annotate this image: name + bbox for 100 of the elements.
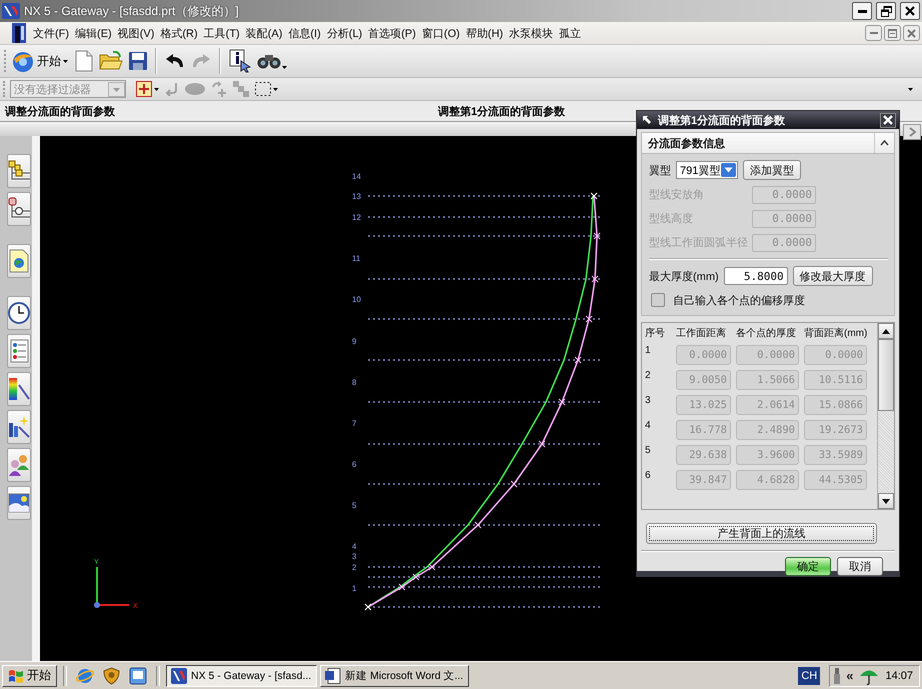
point-marker [474, 522, 482, 528]
point-number-label: 3 [352, 552, 356, 561]
resource-button[interactable] [7, 154, 31, 188]
field-label: 最大厚度(mm) [649, 270, 719, 284]
point-marker [364, 604, 372, 610]
clock-text: 14:07 [885, 670, 913, 682]
checkbox-label: 自己输入各个点的偏移厚度 [673, 294, 805, 308]
thickness-input[interactable]: 5.8000 [724, 267, 788, 285]
resource-button[interactable] [7, 410, 31, 444]
people-icon [8, 453, 30, 477]
menu-item[interactable]: 信息(I) [285, 24, 324, 42]
language-indicator[interactable]: CH [798, 666, 820, 684]
scroll-thumb[interactable] [878, 339, 894, 411]
caret-icon [282, 66, 287, 69]
panel-toggle-button[interactable] [903, 124, 921, 140]
page-icon [75, 50, 93, 72]
point-number-label: 6 [352, 460, 356, 469]
row-number: 4 [645, 420, 652, 431]
close-button[interactable] [900, 2, 920, 20]
row-number: 2 [645, 370, 652, 381]
scroll-down-button[interactable] [878, 493, 894, 509]
menu-item[interactable]: 编辑(E) [72, 24, 115, 42]
point-marker [538, 440, 546, 448]
globe-icon [76, 666, 94, 684]
row-number: 3 [645, 395, 652, 406]
menu-item[interactable]: 孤立 [556, 24, 584, 42]
field-label: 型线工作面圆弧半径 [649, 236, 747, 250]
crosshair-icon [136, 81, 152, 97]
resource-button[interactable] [7, 296, 31, 330]
menu-item[interactable]: 首选项(P) [365, 24, 419, 42]
taskbar-task-button[interactable]: NX 5 - Gateway - [sfasd... [166, 664, 318, 686]
point-number-label: 9 [352, 337, 356, 346]
menu-item[interactable]: 视图(V) [114, 24, 158, 42]
menu-item[interactable]: 窗口(O) [418, 24, 463, 42]
menu-item[interactable]: 工具(T) [200, 24, 243, 42]
triangle-up-icon [882, 328, 890, 334]
airfoil-dropdown[interactable]: 791翼型 [676, 161, 738, 179]
menu-item[interactable]: 格式(R) [157, 24, 201, 42]
field-label: 型线高度 [649, 212, 694, 226]
menu-item[interactable]: 文件(F) [30, 24, 72, 42]
axis-triad-drawing [94, 567, 129, 608]
toolbar-button[interactable] [127, 49, 149, 73]
door-icon [12, 23, 26, 43]
minimize-button[interactable] [852, 2, 872, 20]
undo-icon [165, 53, 185, 69]
generate-streamlines-button[interactable]: 产生背面上的流线 [646, 523, 877, 544]
point-number-label: 7 [352, 419, 356, 428]
row-number: 1 [645, 345, 652, 356]
document-icon [325, 668, 342, 684]
resource-button[interactable] [7, 486, 31, 520]
filter-tool-button[interactable] [134, 80, 161, 98]
arrow-icon [642, 115, 652, 125]
dialog-button[interactable]: 确定 [785, 557, 831, 576]
resource-button[interactable] [7, 372, 31, 406]
plug-icon[interactable] [834, 668, 840, 684]
resource-button[interactable] [7, 448, 31, 482]
restore-icon [880, 6, 892, 16]
field-label: 翼型 [649, 164, 671, 178]
filter-tool-button[interactable] [253, 81, 280, 97]
point-marker [428, 564, 436, 570]
web-page-icon [8, 249, 30, 273]
column-header: 工作面距离 [676, 326, 727, 340]
resource-button[interactable] [7, 192, 31, 226]
point-number-label: 13 [352, 192, 361, 201]
start-button[interactable]: 开始 [2, 664, 57, 686]
menu-item[interactable]: 分析(L) [324, 24, 366, 42]
chevron-right-icon [908, 127, 916, 137]
clock-icon [8, 301, 30, 325]
app-icon [171, 668, 187, 684]
field-label: 型线安放角 [649, 188, 705, 202]
close-icon [905, 6, 915, 16]
close-button[interactable] [880, 112, 896, 128]
caret-icon [63, 60, 68, 62]
start-menu-button[interactable]: 开始 [11, 47, 71, 75]
add-airfoil-button[interactable]: 添加翼型 [743, 160, 801, 180]
list-icon [8, 339, 30, 363]
binoculars-icon [257, 52, 281, 70]
globe-icon [11, 49, 35, 73]
menu-item[interactable]: 装配(A) [242, 24, 286, 42]
resource-button[interactable] [7, 244, 31, 278]
restore-button[interactable] [876, 2, 896, 20]
scroll-up-button[interactable] [878, 323, 894, 339]
restore-icon [888, 28, 897, 38]
redo-icon [191, 53, 211, 69]
folder-icon [99, 51, 123, 71]
dashed-rectangle-icon [255, 82, 271, 96]
menu-item[interactable]: 水泵模块 [506, 24, 556, 42]
modify-thickness-button[interactable]: 修改最大厚度 [792, 266, 873, 286]
dialog-button[interactable]: 取消 [837, 557, 883, 576]
minimize-icon [870, 32, 878, 34]
tray-expand-button[interactable]: « [846, 668, 854, 683]
checkbox[interactable] [651, 293, 665, 307]
taskbar-task-button[interactable]: 新建 Microsoft Word 文... [320, 664, 470, 686]
save-icon [129, 52, 147, 70]
caret-icon[interactable] [908, 88, 913, 90]
app-icon [2, 3, 20, 19]
resource-button[interactable] [7, 334, 31, 368]
close-icon [883, 115, 893, 125]
menu-item[interactable]: 帮助(H) [462, 24, 506, 42]
curved-arrow-icon [211, 81, 227, 97]
